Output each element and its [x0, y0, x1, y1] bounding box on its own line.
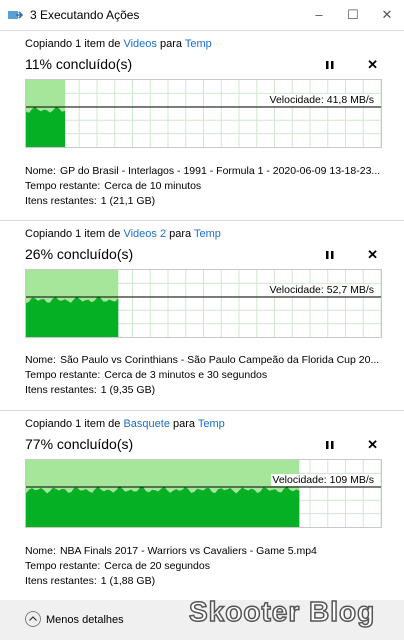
- source-link[interactable]: Videos 2: [123, 228, 166, 240]
- close-icon[interactable]: ✕: [370, 0, 404, 30]
- maximize-icon[interactable]: ☐: [336, 0, 370, 30]
- copy-operation: Copiando 1 item de Videos 2 para Temp 26…: [0, 220, 404, 410]
- file-name: São Paulo vs Corinthians - São Paulo Cam…: [59, 354, 380, 366]
- less-details-button[interactable]: Menos detalhes: [46, 614, 124, 626]
- watermark: Skooter Blog: [188, 595, 376, 628]
- percent-complete: 77% concluído(s): [25, 436, 134, 452]
- operations-panel: Copiando 1 item de Videos para Temp 11% …: [0, 30, 404, 604]
- items-remaining: 1 (9,35 GB): [100, 384, 156, 396]
- copy-arrow-icon: [8, 11, 24, 19]
- cancel-icon[interactable]: ✕: [367, 437, 378, 453]
- speed-area: [26, 106, 66, 147]
- name-label: Nome:: [25, 165, 56, 177]
- destination-link[interactable]: Temp: [194, 228, 221, 240]
- time-remaining: Cerca de 20 segundos: [104, 560, 210, 572]
- speed-graph: Velocidade: 52,7 MB/s: [25, 269, 382, 338]
- copy-operation: Copiando 1 item de Basquete para Temp 77…: [0, 410, 404, 600]
- header-joiner: para: [173, 418, 196, 430]
- operation-header: Copiando 1 item de Videos para Temp: [25, 38, 212, 50]
- copy-operation: Copiando 1 item de Videos para Temp 11% …: [0, 30, 404, 220]
- cancel-icon[interactable]: ✕: [367, 247, 378, 263]
- cancel-icon[interactable]: ✕: [367, 57, 378, 73]
- file-name: GP do Brasil - Interlagos - 1991 - Formu…: [59, 165, 381, 177]
- header-prefix: Copiando 1 item de: [25, 228, 121, 240]
- pause-icon[interactable]: [325, 439, 335, 451]
- percent-complete: 26% concluído(s): [25, 246, 134, 262]
- items-remaining: 1 (1,88 GB): [100, 575, 156, 587]
- time-remaining-label: Tempo restante:: [25, 560, 101, 572]
- speed-label: Velocidade: 52,7 MB/s: [268, 284, 375, 296]
- speed-graph: Velocidade: 41,8 MB/s: [25, 79, 382, 148]
- speed-label: Velocidade: 109 MB/s: [271, 474, 375, 486]
- name-label: Nome:: [25, 354, 56, 366]
- source-link[interactable]: Basquete: [123, 418, 169, 430]
- operation-details: Nome: São Paulo vs Corinthians - São Paul…: [25, 353, 383, 398]
- operation-details: Nome: GP do Brasil - Interlagos - 1991 - …: [25, 164, 384, 209]
- window-title: 3 Executando Ações: [30, 8, 140, 22]
- items-remaining: 1 (21,1 GB): [100, 195, 156, 207]
- source-link[interactable]: Videos: [123, 38, 156, 50]
- header-joiner: para: [169, 228, 192, 240]
- chevron-up-icon[interactable]: [25, 611, 41, 627]
- minimize-icon[interactable]: –: [302, 0, 336, 30]
- name-label: Nome:: [25, 545, 56, 557]
- time-remaining-label: Tempo restante:: [25, 180, 101, 192]
- operation-header: Copiando 1 item de Basquete para Temp: [25, 418, 225, 430]
- destination-link[interactable]: Temp: [198, 418, 225, 430]
- percent-complete: 11% concluído(s): [25, 56, 133, 72]
- header-prefix: Copiando 1 item de: [25, 38, 121, 50]
- speed-label: Velocidade: 41,8 MB/s: [268, 94, 375, 106]
- items-remaining-label: Itens restantes:: [25, 195, 97, 207]
- time-remaining-label: Tempo restante:: [25, 369, 101, 381]
- pause-icon[interactable]: [325, 59, 335, 71]
- destination-link[interactable]: Temp: [185, 38, 212, 50]
- header-joiner: para: [159, 38, 182, 50]
- pause-icon[interactable]: [325, 249, 335, 261]
- title-bar: 3 Executando Ações – ☐ ✕: [0, 0, 404, 30]
- header-prefix: Copiando 1 item de: [25, 418, 121, 430]
- speed-area: [26, 296, 119, 337]
- file-name: NBA Finals 2017 - Warriors vs Cavaliers …: [59, 545, 317, 557]
- items-remaining-label: Itens restantes:: [25, 384, 97, 396]
- time-remaining: Cerca de 10 minutos: [104, 180, 202, 192]
- operation-header: Copiando 1 item de Videos 2 para Temp: [25, 228, 221, 240]
- items-remaining-label: Itens restantes:: [25, 575, 97, 587]
- time-remaining: Cerca de 3 minutos e 30 segundos: [104, 369, 268, 381]
- speed-graph: Velocidade: 109 MB/s: [25, 459, 382, 528]
- operation-details: Nome: NBA Finals 2017 - Warriors vs Caval…: [25, 544, 321, 589]
- speed-area: [26, 486, 300, 527]
